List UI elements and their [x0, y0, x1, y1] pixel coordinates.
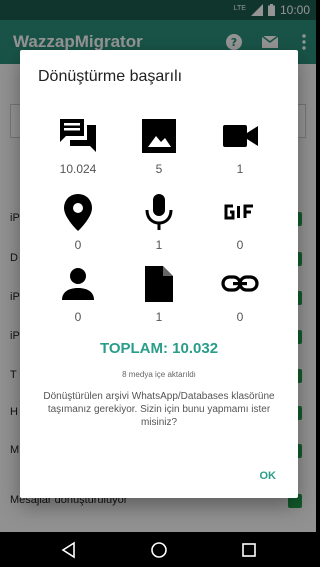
stat-count: 10.024: [59, 162, 97, 176]
stat-links: 0: [200, 264, 280, 330]
media-imported-note: 8 medya içe aktarıldı: [122, 370, 196, 379]
stat-count: 5: [155, 162, 163, 176]
person-icon: [62, 268, 94, 300]
navigation-bar: [0, 532, 316, 567]
chat-icon: [60, 119, 96, 152]
home-icon[interactable]: [150, 541, 168, 559]
back-icon[interactable]: [60, 541, 78, 559]
image-icon: [142, 119, 176, 153]
stat-locations: 0: [38, 192, 118, 258]
stat-count: 1: [236, 162, 244, 176]
recents-icon[interactable]: [240, 541, 258, 559]
dialog-title: Dönüştürme başarılı: [38, 68, 183, 85]
ok-button[interactable]: OK: [260, 470, 277, 482]
conversion-success-dialog: Dönüştürme başarılı 10.024 5 1 0 1 0 0 1…: [20, 50, 298, 498]
document-icon: [145, 266, 173, 302]
stat-contacts: 0: [38, 264, 118, 330]
stat-count: 1: [155, 238, 163, 252]
total-label: TOPLAM: 10.032: [99, 340, 219, 357]
stat-count: 0: [236, 238, 244, 252]
move-archive-question: Dönüştürülen arşivi WhatsApp/Databases k…: [43, 391, 275, 428]
stat-count: 0: [236, 310, 244, 324]
stat-documents: 1: [119, 264, 199, 330]
link-icon: [221, 275, 259, 292]
stat-images: 5: [119, 116, 199, 182]
stat-messages: 10.024: [38, 116, 118, 182]
stat-audio: 1: [119, 192, 199, 258]
microphone-icon: [145, 194, 173, 230]
stat-gifs: 0: [200, 192, 280, 258]
stat-count: 1: [155, 310, 163, 324]
location-icon: [64, 194, 92, 231]
video-icon: [223, 125, 258, 147]
stat-count: 0: [74, 310, 82, 324]
gif-icon: [224, 204, 253, 220]
stat-videos: 1: [200, 116, 280, 182]
stat-count: 0: [74, 238, 82, 252]
